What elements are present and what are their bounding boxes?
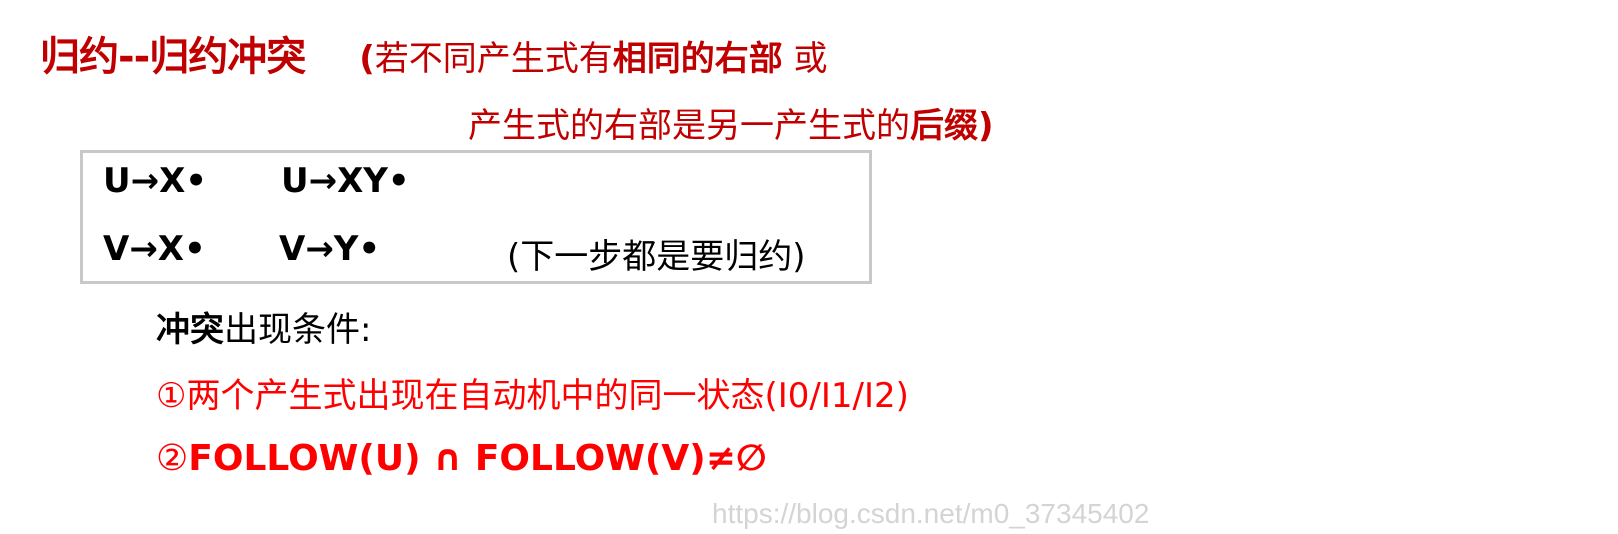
condition-2-expression: FOLLOW(U) ∩ FOLLOW(V)≠∅ bbox=[188, 438, 767, 479]
subtitle-text: 产生式的右部是另一产生式的 bbox=[468, 106, 910, 146]
conditions-heading-rest: 出现条件: bbox=[224, 310, 372, 350]
condition-2-number: ② bbox=[156, 438, 189, 479]
reduce-note: (下一步都是要归约) bbox=[507, 237, 806, 277]
subtitle-line: 产生式的右部是另一产生式的后缀) bbox=[468, 98, 994, 147]
condition-1: ①两个产生式出现在自动机中的同一状态(I0/I1/I2) bbox=[156, 376, 909, 416]
open-paren: ( bbox=[359, 39, 375, 79]
subtitle-bold: 后缀 bbox=[910, 106, 978, 146]
title-desc-bold: 相同的右部 bbox=[612, 39, 783, 79]
title-line: 归约--归约冲突 (若不同产生式有相同的右部 或 bbox=[40, 24, 828, 80]
title-description: (若不同产生式有相同的右部 或 bbox=[359, 31, 827, 80]
conditions-heading: 冲突出现条件: bbox=[156, 302, 371, 351]
title-desc-part2: 或 bbox=[782, 39, 828, 79]
production-v-x: V→X• bbox=[103, 229, 206, 269]
example-box: U→X• U→XY• V→X• V→Y• (下一步都是要归约) bbox=[80, 150, 872, 284]
watermark: https://blog.csdn.net/m0_37345402 bbox=[712, 498, 1150, 529]
page-title: 归约--归约冲突 bbox=[40, 34, 306, 80]
condition-2: ②FOLLOW(U) ∩ FOLLOW(V)≠∅ bbox=[156, 438, 767, 479]
title-desc-part1: 若不同产生式有 bbox=[374, 39, 613, 79]
conditions-heading-bold: 冲突 bbox=[156, 310, 224, 350]
production-u-xy: U→XY• bbox=[281, 161, 410, 201]
close-paren: ) bbox=[978, 106, 994, 146]
production-v-y: V→Y• bbox=[279, 229, 381, 269]
production-u-x: U→X• bbox=[103, 161, 208, 201]
